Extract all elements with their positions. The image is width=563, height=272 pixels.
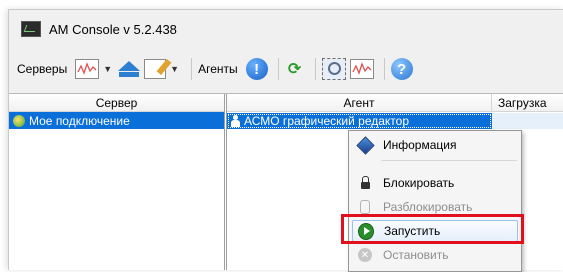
edit-button[interactable] (144, 57, 167, 81)
info-icon: ! (245, 58, 268, 80)
agent-column-header[interactable]: Агент (227, 94, 492, 112)
agent-name: АСМО графический редактор (244, 113, 410, 128)
help-button[interactable]: ? (390, 57, 413, 81)
load-column-header[interactable]: Загрузка (492, 94, 563, 112)
chevron-down-icon[interactable]: ▼ (170, 64, 179, 74)
lock-icon (360, 175, 370, 189)
menu-item-label: Информация (383, 138, 457, 152)
toolbar: Серверы ▼ ▼ Агенты ! ⟳ ? (9, 50, 563, 88)
server-monitor-button[interactable] (75, 57, 100, 81)
upload-arrow-icon (118, 61, 141, 77)
menu-item-label: Разблокировать (383, 200, 473, 214)
agent-person-icon (231, 114, 240, 127)
help-icon: ? (390, 58, 413, 80)
servers-label: Серверы (17, 62, 68, 76)
server-row[interactable]: Мое подключение (9, 112, 224, 129)
edit-icon (144, 59, 167, 79)
load-cell (492, 112, 563, 129)
server-pane: Сервер Мое подключение (9, 94, 225, 270)
stop-icon: ✕ (358, 248, 372, 262)
app-monitor-icon (21, 21, 41, 37)
monitor-chart-icon (349, 59, 374, 79)
agent-table-headers: Агент Загрузка (227, 94, 563, 112)
context-menu: Информация Блокировать Разблокировать За… (348, 130, 522, 272)
agent-row[interactable]: АСМО графический редактор (227, 112, 563, 129)
agent-cell[interactable]: АСМО графический редактор (227, 112, 492, 129)
agent-info-button[interactable]: ! (245, 57, 268, 81)
server-row-label: Мое подключение (29, 113, 130, 128)
chevron-down-icon[interactable]: ▼ (103, 64, 112, 74)
upload-button[interactable] (118, 57, 141, 81)
connection-icon (13, 114, 25, 127)
info-diamond-icon (355, 135, 375, 155)
refresh-icon: ⟳ (287, 61, 302, 78)
menu-item-label: Остановить (383, 248, 449, 262)
menu-separator (381, 160, 517, 161)
toolbar-separator (277, 58, 279, 80)
menu-item-block[interactable]: Блокировать (352, 172, 518, 194)
window-title: AM Console v 5.2.438 (49, 21, 177, 37)
red-highlight-box (341, 214, 524, 244)
toolbar-separator (314, 58, 316, 80)
agents-label: Агенты (198, 62, 238, 76)
menu-item-info[interactable]: Информация (352, 134, 518, 156)
unlock-icon (360, 200, 370, 214)
scan-icon (321, 58, 346, 80)
title-bar: AM Console v 5.2.438 (9, 10, 563, 48)
agent-monitor-button[interactable] (349, 57, 374, 81)
menu-item-stop[interactable]: ✕ Остановить (352, 244, 518, 266)
toolbar-separator (191, 58, 193, 80)
refresh-button[interactable]: ⟳ (285, 57, 305, 81)
scan-button[interactable] (321, 57, 346, 81)
monitor-chart-icon (75, 59, 100, 79)
toolbar-separator (383, 58, 385, 80)
menu-item-label: Блокировать (383, 176, 455, 190)
server-column-header[interactable]: Сервер (9, 94, 224, 112)
